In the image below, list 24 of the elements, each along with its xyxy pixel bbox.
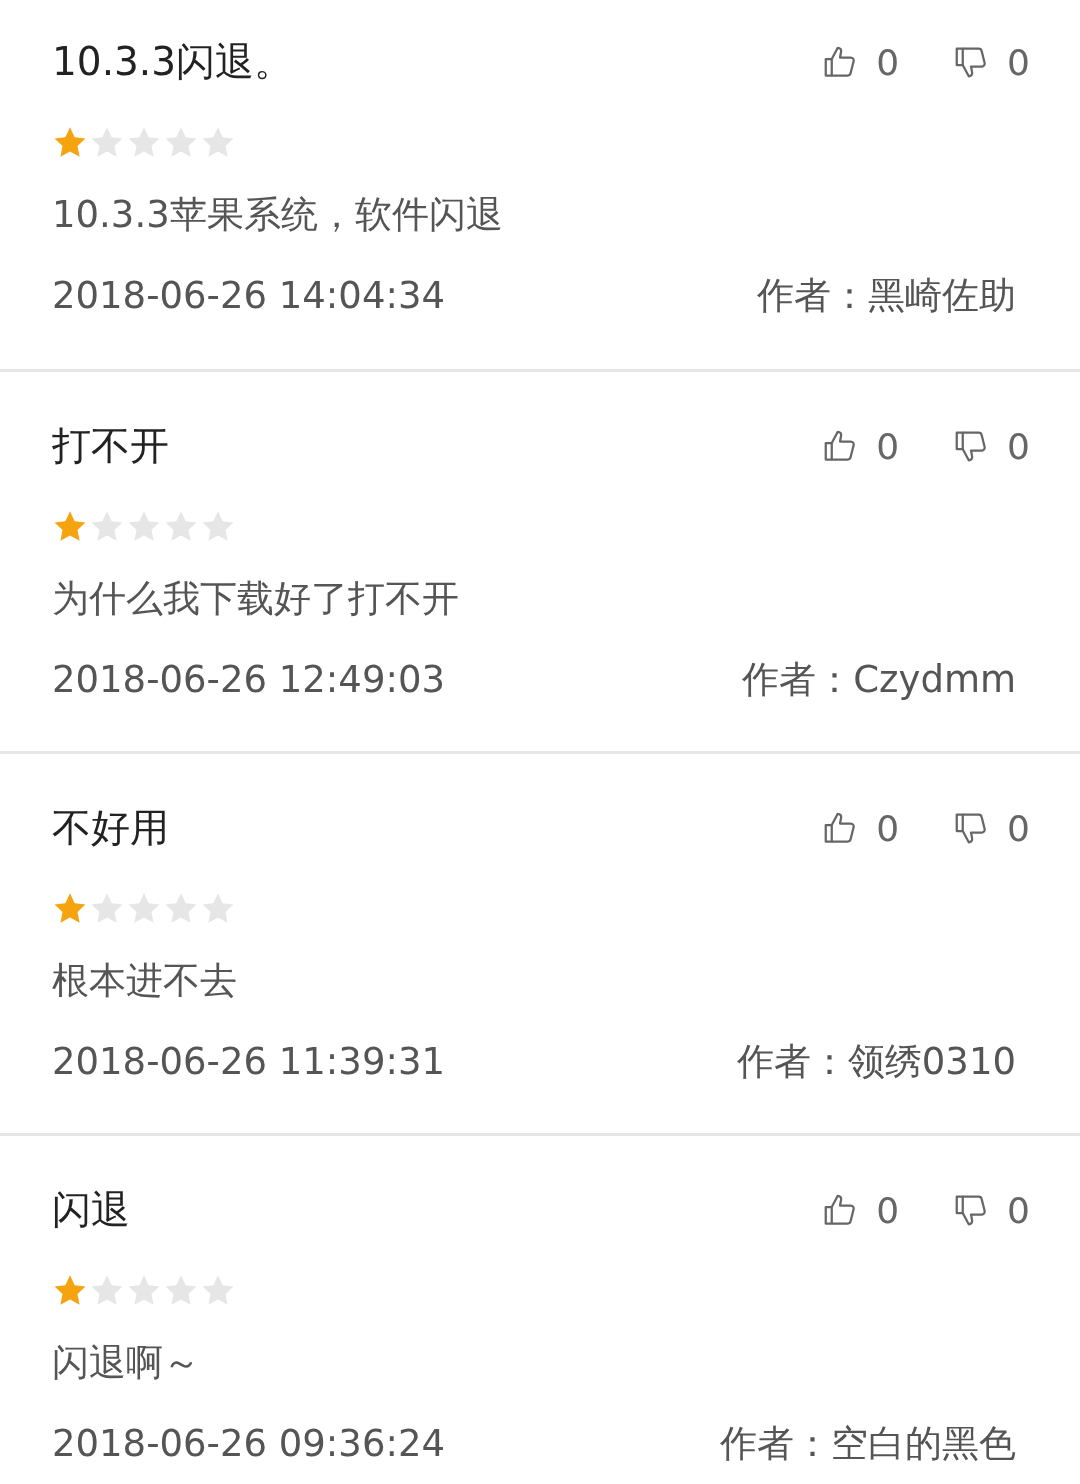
dislike-count: 0 <box>1007 425 1030 467</box>
like-count: 0 <box>876 807 900 849</box>
review-author: 作者：领绣0310 <box>736 1039 1016 1085</box>
review-date: 2018-06-26 09:36:24 <box>52 1421 445 1467</box>
review-date: 2018-06-26 14:04:34 <box>52 273 445 319</box>
review-title: 打不开 <box>52 422 170 470</box>
review-date: 2018-06-26 11:39:31 <box>52 1039 445 1085</box>
review-date: 2018-06-26 12:49:03 <box>52 657 445 703</box>
review-title: 10.3.3闪退。 <box>52 38 295 86</box>
review-text: 10.3.3苹果系统，软件闪退 <box>52 192 503 238</box>
review-title: 不好用 <box>52 804 170 852</box>
like-count: 0 <box>876 1189 900 1231</box>
review-author: 作者：空白的黑色 <box>720 1421 1016 1467</box>
review-author: 作者：黑崎佐助 <box>757 273 1016 319</box>
dislike-count: 0 <box>1007 807 1030 849</box>
review-text: 根本进不去 <box>52 958 237 1004</box>
review-title: 闪退 <box>52 1186 131 1234</box>
review-author: 作者：Czydmm <box>742 657 1016 703</box>
like-count: 0 <box>876 41 900 83</box>
review-text: 闪退啊～ <box>52 1340 200 1386</box>
review-text: 为什么我下载好了打不开 <box>52 576 459 622</box>
like-count: 0 <box>876 425 900 467</box>
dislike-count: 0 <box>1007 1189 1030 1231</box>
dislike-count: 0 <box>1007 41 1030 83</box>
